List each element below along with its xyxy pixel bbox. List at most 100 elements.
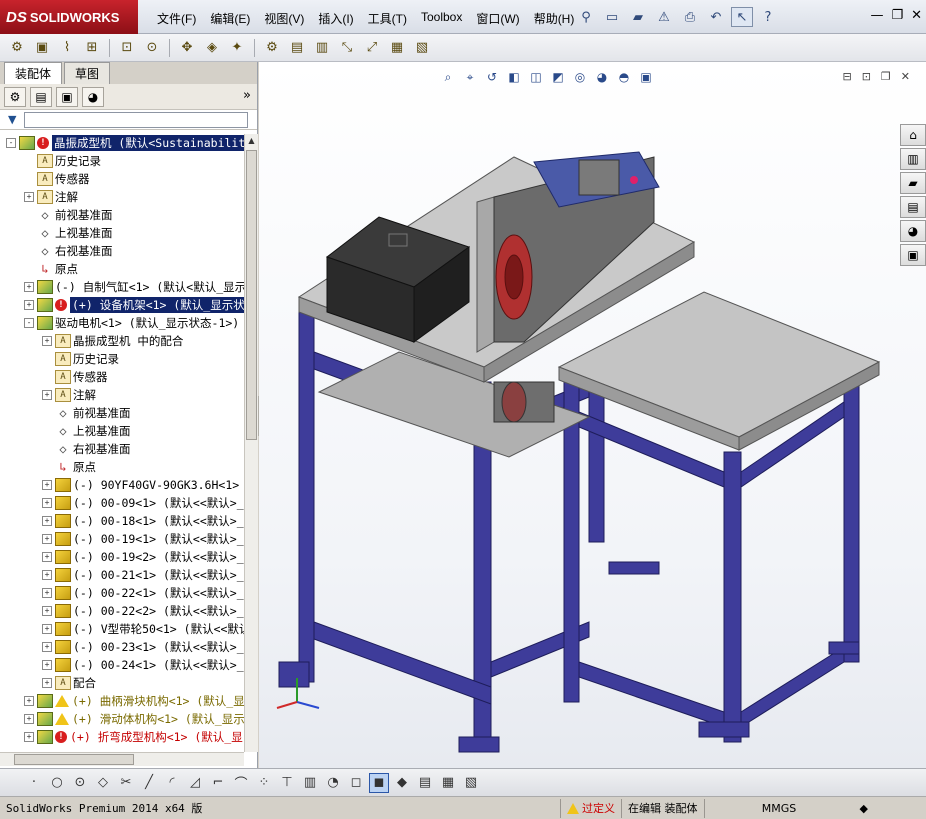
menu-insert[interactable]: 插入(I) — [311, 10, 360, 27]
relations-icon[interactable]: ◔ — [323, 773, 343, 793]
home-icon[interactable]: ⌂ — [900, 124, 926, 146]
close-icon[interactable]: ✕ — [911, 8, 922, 23]
tree-row[interactable]: + (-) 00-18<1> (默认<<默认>_显示 — [0, 512, 244, 530]
hscroll-thumb[interactable] — [14, 754, 134, 765]
reference-geometry-icon[interactable]: ⚙ — [261, 38, 283, 58]
feature-manager-icon[interactable]: ⚙ — [4, 86, 26, 107]
tree-row[interactable]: + (+) 曲柄滑块机构<1> (默认_显 — [0, 692, 244, 710]
machine-model[interactable] — [259, 62, 926, 768]
undo-icon[interactable]: ↶ — [705, 7, 727, 27]
menu-window[interactable]: 窗口(W) — [469, 10, 526, 27]
circle-icon[interactable]: ○ — [47, 773, 67, 793]
smart-fasteners-icon[interactable]: ⊙ — [141, 38, 163, 58]
instant3d-icon[interactable]: ▧ — [411, 38, 433, 58]
menu-tools[interactable]: 工具(T) — [361, 10, 414, 27]
expand-icon[interactable]: + — [42, 570, 52, 580]
unit-system[interactable]: MMGS — [703, 798, 854, 818]
expand-icon[interactable]: + — [42, 642, 52, 652]
expand-icon[interactable]: + — [42, 552, 52, 562]
assembly-features-icon[interactable]: ✦ — [226, 38, 248, 58]
tree-row[interactable]: + (-) 00-09<1> (默认<<默认>_显示 — [0, 494, 244, 512]
tree-vertical-scrollbar[interactable]: ▲ — [244, 134, 258, 752]
tree-row[interactable]: + A 注解 — [0, 188, 244, 206]
tree-row[interactable]: ↳ 原点 — [0, 260, 244, 278]
menu-view[interactable]: 视图(V) — [257, 10, 311, 27]
tree-row[interactable]: -! 晶振成型机 (默认<Sustainability — [0, 134, 244, 152]
dimension-icon[interactable]: ⊤ — [277, 773, 297, 793]
tree-row[interactable]: + (-) 00-19<2> (默认<<默认>_显示 — [0, 548, 244, 566]
bill-of-materials-icon[interactable]: ▥ — [311, 38, 333, 58]
tree-row[interactable]: + (-) 00-21<1> (默认<<默认>_显示 — [0, 566, 244, 584]
menu-help[interactable]: 帮助(H) — [527, 10, 582, 27]
minimize-icon[interactable]: — — [870, 8, 883, 23]
design-library-icon[interactable]: ▥ — [900, 148, 926, 170]
insert-component-icon[interactable]: ⚙ — [6, 38, 28, 58]
tree-row[interactable]: ◇ 右视基准面 — [0, 242, 244, 260]
tree-row[interactable]: + (-) 00-24<1> (默认<<默认>_显示 — [0, 656, 244, 674]
scroll-thumb[interactable] — [246, 150, 257, 440]
tree-row[interactable]: + A 晶振成型机 中的配合 — [0, 332, 244, 350]
table-icon[interactable]: ▦ — [438, 773, 458, 793]
filter-icon[interactable]: ▼ — [8, 113, 16, 126]
expand-icon[interactable]: + — [24, 732, 34, 742]
section-icon[interactable]: ▤ — [415, 773, 435, 793]
tree-row[interactable]: ◇ 前视基准面 — [0, 206, 244, 224]
shaded-cube-icon[interactable]: ◼ — [369, 772, 389, 793]
tree-row[interactable]: + (-) V型带轮50<1> (默认<<默认>_ — [0, 620, 244, 638]
tree-row[interactable]: + A 配合 — [0, 674, 244, 692]
show-hidden-icon[interactable]: ◈ — [201, 38, 223, 58]
arc-icon[interactable]: ⌒ — [231, 773, 251, 793]
new-document-icon[interactable]: ▭ — [601, 7, 623, 27]
tree-row[interactable]: ↳ 原点 — [0, 458, 244, 476]
filter-input[interactable] — [24, 111, 249, 128]
pin-icon[interactable]: ⚲ — [575, 7, 597, 27]
menu-edit[interactable]: 编辑(E) — [203, 10, 257, 27]
grid-icon[interactable]: ⁘ — [254, 773, 274, 793]
interference-detection-icon[interactable]: ▦ — [386, 38, 408, 58]
tree-row[interactable]: + (-) 00-23<1> (默认<<默认>_显示 — [0, 638, 244, 656]
new-motion-study-icon[interactable]: ▤ — [286, 38, 308, 58]
expand-icon[interactable]: + — [24, 696, 34, 706]
expand-icon[interactable]: + — [24, 714, 34, 724]
tree-row[interactable]: + (-) 90YF40GV-90GK3.6H<1> (默认 — [0, 476, 244, 494]
trim-icon[interactable]: ✂ — [116, 773, 136, 793]
tag-icon[interactable]: ◆ — [854, 799, 874, 818]
expand-icon[interactable]: + — [24, 282, 34, 292]
tree-row[interactable]: - 驱动电机<1> (默认_显示状态-1>) — [0, 314, 244, 332]
help-icon[interactable]: ? — [757, 7, 779, 27]
custom-properties-icon[interactable]: ▣ — [900, 244, 926, 266]
expand-icon[interactable]: + — [42, 588, 52, 598]
expand-icon[interactable]: + — [42, 390, 52, 400]
expand-icon[interactable]: + — [42, 624, 52, 634]
ruler-icon[interactable]: ▥ — [300, 773, 320, 793]
collapse-icon[interactable]: - — [6, 138, 16, 148]
scroll-up-icon[interactable]: ▲ — [245, 134, 258, 148]
expand-icon[interactable]: + — [42, 534, 52, 544]
tree-row[interactable]: +! (+) 折弯成型机构<1> (默认_显 — [0, 728, 244, 746]
tree-horizontal-scrollbar[interactable] — [0, 752, 244, 766]
point-icon[interactable]: · — [24, 773, 44, 793]
file-explorer-icon[interactable]: ▰ — [900, 172, 926, 194]
tab-assembly[interactable]: 装配体 — [4, 62, 63, 84]
offset-icon[interactable]: ◿ — [185, 773, 205, 793]
tree-row[interactable]: A 历史记录 — [0, 152, 244, 170]
tree-row[interactable]: ◇ 上视基准面 — [0, 422, 244, 440]
expand-icon[interactable]: + — [42, 660, 52, 670]
expand-more-icon[interactable]: » — [243, 88, 251, 103]
tree-row[interactable]: ◇ 上视基准面 — [0, 224, 244, 242]
display-manager-icon[interactable]: ◕ — [82, 86, 104, 107]
expand-icon[interactable]: + — [42, 606, 52, 616]
tree-row[interactable]: + (-) 00-22<1> (默认<<默认>_显示 — [0, 584, 244, 602]
select-pointer-icon[interactable]: ↖ — [731, 7, 753, 27]
tab-sketch[interactable]: 草图 — [64, 62, 111, 84]
tree-row[interactable]: A 传感器 — [0, 368, 244, 386]
expand-icon[interactable]: + — [24, 192, 34, 202]
print-icon[interactable]: ⎙ — [679, 7, 701, 27]
appearances-icon[interactable]: ◕ — [900, 220, 926, 242]
graphics-area[interactable]: ⌕ ⌖ ↺ ◧ ◫ ◩ ◎ ◕ ◓ ▣ ⊟ ⊡ ❐ ✕ ⌂ ▥ ▰ ▤ ◕ ▣ — [259, 62, 926, 768]
expand-icon[interactable]: + — [42, 516, 52, 526]
center-circle-icon[interactable]: ⊙ — [70, 773, 90, 793]
corner-rectangle-icon[interactable]: ⌐ — [208, 773, 228, 793]
explode-line-sketch-icon[interactable]: ⤢ — [361, 38, 383, 58]
tree-row[interactable]: +! (+) 设备机架<1> (默认_显示状 — [0, 296, 244, 314]
